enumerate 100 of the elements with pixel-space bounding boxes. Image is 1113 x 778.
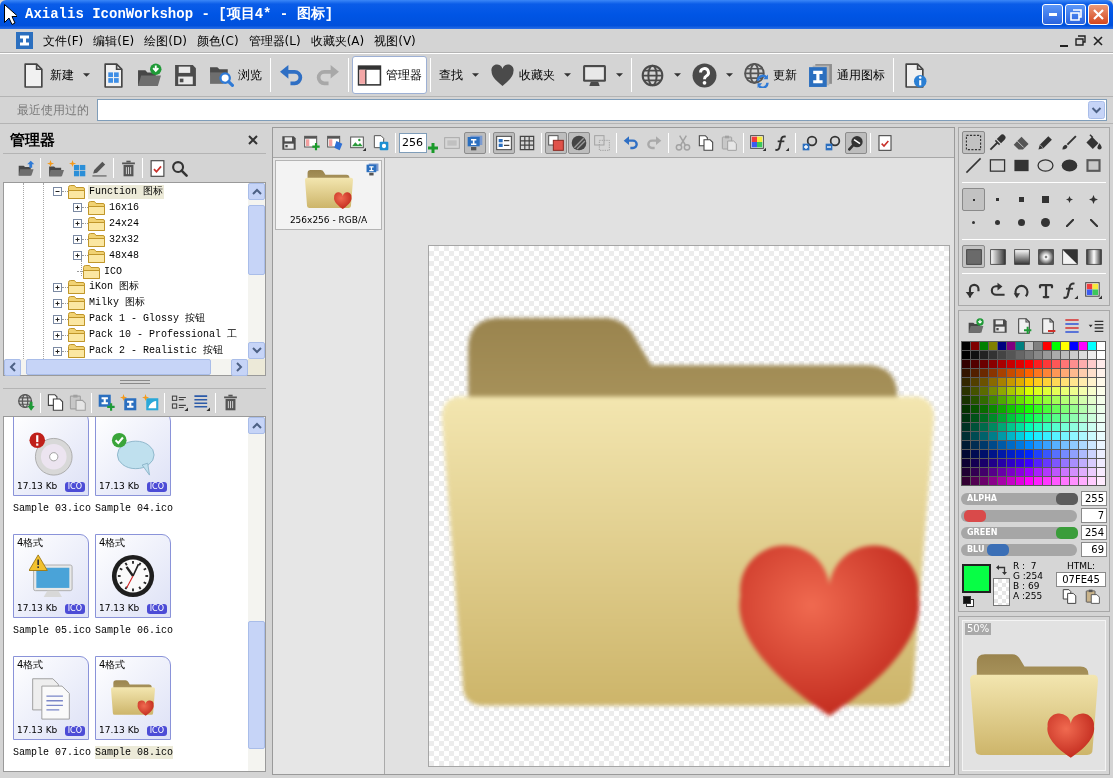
color-slider-track[interactable]: [961, 509, 1078, 522]
expand-icon[interactable]: [53, 283, 62, 292]
collapse-icon[interactable]: [53, 187, 62, 197]
list-view-button[interactable]: [493, 131, 515, 154]
file-name[interactable]: Sample 05.ico: [13, 624, 91, 637]
icon-size-field[interactable]: 256: [399, 132, 427, 153]
tree-item[interactable]: Pack 10 - Professional 工: [88, 328, 239, 343]
file-name[interactable]: Sample 06.ico: [95, 624, 173, 637]
slider-value-field[interactable]: 69: [1081, 542, 1107, 557]
hatched-circle-button[interactable]: [568, 131, 590, 154]
update-button[interactable]: 更新: [739, 56, 802, 94]
file-thumbnail[interactable]: 4格式 17.13 Kb ICO: [95, 534, 171, 618]
caret-icon: [564, 73, 571, 77]
favorites-button[interactable]: 收藏夹: [485, 56, 576, 94]
slider-thumb[interactable]: [1055, 526, 1078, 539]
file-name[interactable]: Sample 04.ico: [95, 502, 173, 515]
tree-item[interactable]: Pack 2 - Realistic 按钮: [88, 344, 225, 359]
scrollbar-thumb[interactable]: [248, 621, 265, 749]
round-brush-icon: [1018, 219, 1025, 226]
scroll-right-button[interactable]: [231, 358, 248, 376]
scrollbar-thumb[interactable]: [26, 359, 211, 375]
new-folder-button[interactable]: [44, 157, 66, 179]
file-size: 17.13 Kb: [17, 481, 58, 492]
reset-colors-icon[interactable]: [963, 596, 974, 607]
color-palette-drawing[interactable]: [961, 341, 1106, 486]
plus-icon[interactable]: [428, 142, 438, 153]
scroll-up-button[interactable]: [248, 417, 265, 434]
slider-thumb[interactable]: [1056, 492, 1078, 505]
menu-item[interactable]: 管理器(L): [243, 30, 306, 51]
scroll-up-button[interactable]: [248, 183, 265, 200]
manager-button[interactable]: 管理器: [352, 56, 427, 94]
tree-item[interactable]: ICO: [103, 264, 123, 279]
expand-icon[interactable]: [73, 203, 82, 213]
format-item[interactable]: 256x256 - RGB/A: [275, 160, 382, 230]
file-thumbnail[interactable]: 17.13 Kb ICO: [13, 417, 89, 496]
file-thumbnail[interactable]: 17.13 Kb ICO: [95, 417, 171, 496]
new-button[interactable]: 新建: [16, 56, 95, 94]
swap-colors-icon[interactable]: [996, 563, 1008, 575]
color-squares-button[interactable]: [1082, 279, 1105, 302]
letter-i-icon: [808, 62, 833, 88]
file-type-badge: ICO: [146, 481, 167, 492]
expand-icon[interactable]: [53, 330, 62, 340]
expand-icon[interactable]: [53, 314, 62, 324]
slider-value-field[interactable]: 254: [1081, 525, 1107, 540]
mouse-pointer-icon: [4, 4, 17, 25]
common-icons-button[interactable]: 通用图标: [803, 56, 890, 94]
marquee-tool[interactable]: [962, 131, 985, 154]
expand-icon[interactable]: [53, 298, 62, 308]
expand-icon[interactable]: [73, 235, 82, 245]
find-button[interactable]: 查找: [434, 56, 484, 94]
menu-item[interactable]: 编辑(E): [88, 30, 140, 51]
tree-item[interactable]: Function 图标: [88, 184, 164, 199]
panel-close-button[interactable]: [248, 135, 258, 145]
document-restore-button[interactable]: [1075, 35, 1086, 46]
slider-thumb[interactable]: [963, 509, 986, 522]
slider-thumb[interactable]: [986, 543, 1009, 556]
display-button[interactable]: [464, 131, 486, 154]
menu-item[interactable]: 绘图(D): [139, 30, 192, 51]
file-thumbnail[interactable]: 4格式 17.13 Kb ICO: [13, 656, 89, 740]
background-color-swatch[interactable]: [993, 578, 1010, 606]
slider-value-field[interactable]: 7: [1081, 508, 1107, 523]
html-color-field[interactable]: 07FE45: [1056, 572, 1106, 587]
file-name[interactable]: Sample 07.ico: [13, 746, 91, 759]
expand-icon[interactable]: [73, 219, 82, 229]
tree-item[interactable]: Pack 1 - Glossy 按钮: [88, 312, 206, 327]
slider-value-field[interactable]: 255: [1081, 491, 1107, 506]
tree-item[interactable]: 48x48: [108, 248, 140, 263]
tree-item[interactable]: 16x16: [108, 200, 140, 215]
tree-item[interactable]: 24x24: [108, 216, 140, 231]
scroll-down-button[interactable]: [248, 342, 265, 359]
filled-square-button[interactable]: [545, 131, 567, 154]
foreground-color-swatch[interactable]: [962, 564, 991, 593]
copy-color-button[interactable]: [1062, 589, 1077, 604]
tree-item[interactable]: 32x32: [108, 232, 140, 247]
file-thumbnail[interactable]: 4格式 17.13 Kb ICO: [95, 656, 171, 740]
expand-icon[interactable]: [73, 251, 82, 261]
restore-button[interactable]: [1065, 4, 1086, 25]
scrollbar-thumb[interactable]: [248, 205, 265, 275]
file-thumbnail[interactable]: 4格式 17.13 Kb ICO: [13, 534, 89, 618]
menu-item[interactable]: 颜色(C): [191, 30, 244, 51]
tree-item[interactable]: iKon 图标: [88, 280, 140, 295]
folder-icon: [88, 216, 105, 231]
solid-fill-tool[interactable]: [962, 245, 985, 268]
document-close-button[interactable]: [1093, 35, 1103, 46]
menu-item[interactable]: 文件(F): [38, 30, 89, 51]
menu-item[interactable]: 收藏夹(A): [305, 30, 370, 51]
recent-combobox[interactable]: [97, 99, 1107, 121]
file-name[interactable]: Sample 03.ico: [13, 502, 91, 515]
expand-icon[interactable]: [53, 346, 62, 356]
paste-color-button[interactable]: [1085, 589, 1100, 604]
image-canvas[interactable]: [428, 245, 950, 767]
minimize-button[interactable]: [1042, 4, 1063, 25]
scroll-left-button[interactable]: [4, 358, 21, 376]
magnifier-button[interactable]: [845, 131, 867, 154]
close-button[interactable]: [1088, 4, 1109, 25]
file-name[interactable]: Sample 08.ico: [95, 746, 173, 759]
tree-item[interactable]: Milky 图标: [88, 296, 146, 311]
new-palette-icon: [1016, 318, 1033, 334]
browse-button[interactable]: 浏览: [204, 56, 267, 94]
menu-item[interactable]: 视图(V): [369, 30, 421, 51]
